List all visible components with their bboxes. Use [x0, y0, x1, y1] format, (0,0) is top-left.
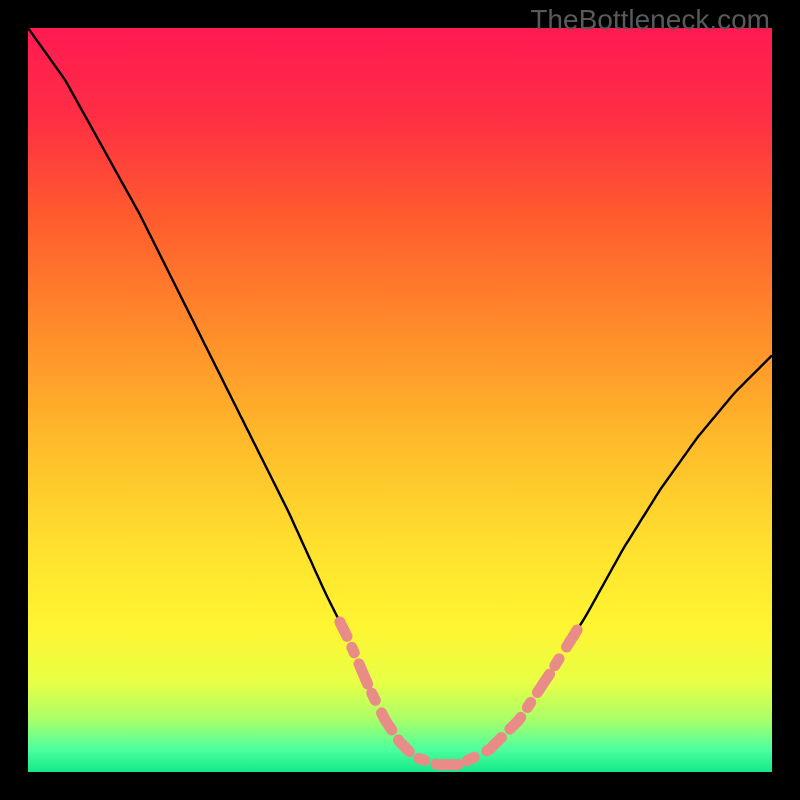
chart-plot-area: [28, 28, 772, 772]
chart-frame: TheBottleneck.com: [0, 0, 800, 800]
chart-svg: [28, 28, 772, 772]
gradient-background: [28, 28, 772, 772]
watermark-text: TheBottleneck.com: [530, 4, 770, 36]
